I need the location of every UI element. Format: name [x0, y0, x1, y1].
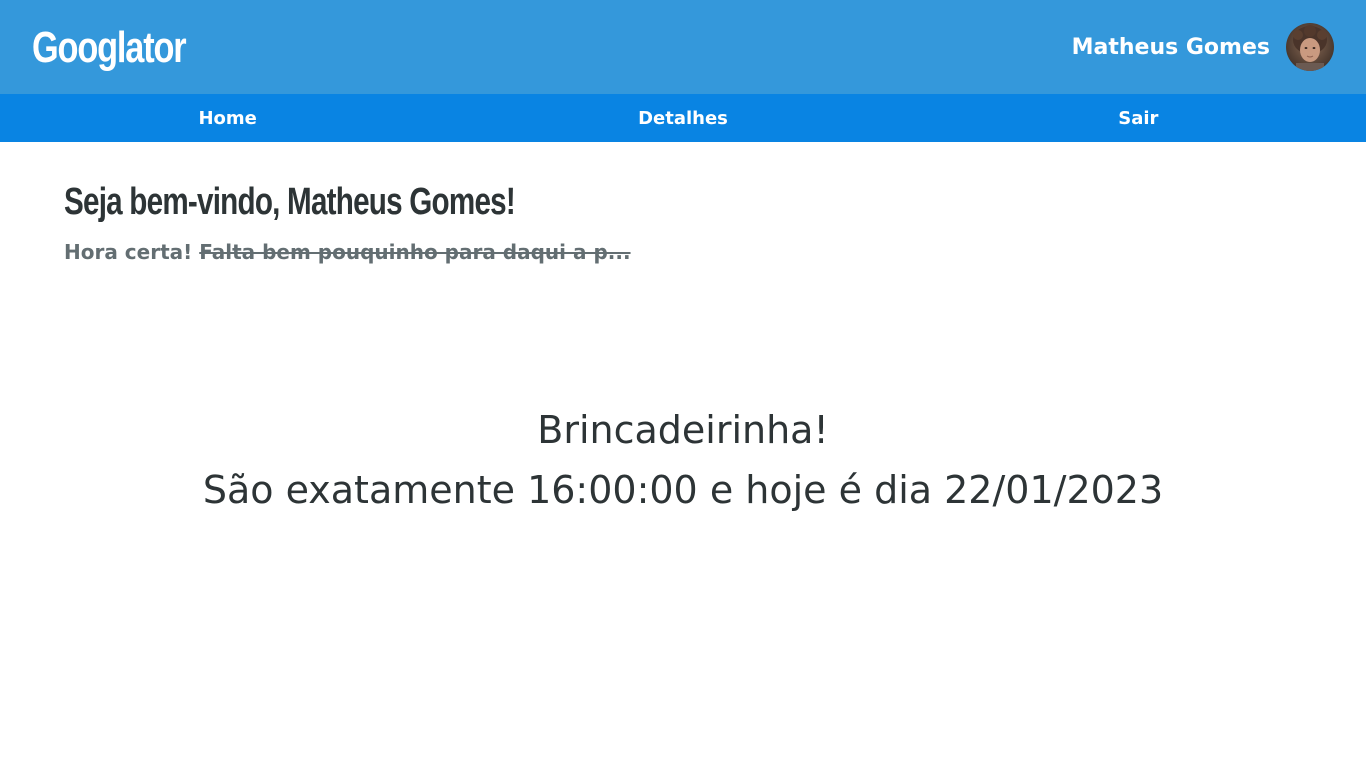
avatar[interactable]	[1286, 23, 1334, 71]
user-name[interactable]: Matheus Gomes	[1072, 35, 1270, 60]
app-header: Googlator Matheus Gomes	[0, 0, 1366, 94]
time-message: Brincadeirinha! São exatamente 16:00:00 …	[0, 400, 1366, 520]
nav-item-detalhes[interactable]: Detalhes	[455, 94, 910, 142]
subtitle-struck-text: Falta bem pouquinho para daqui a p...	[199, 240, 631, 264]
nav-item-home[interactable]: Home	[0, 94, 455, 142]
joke-line: Brincadeirinha!	[537, 408, 829, 452]
main-nav: Home Detalhes Sair	[0, 94, 1366, 142]
current-time-line: São exatamente 16:00:00 e hoje é dia 22/…	[202, 468, 1164, 512]
app-logo[interactable]: Googlator	[32, 22, 187, 74]
nav-item-sair[interactable]: Sair	[911, 94, 1366, 142]
subtitle: Hora certa! Falta bem pouquinho para daq…	[64, 238, 631, 266]
user-menu[interactable]: Matheus Gomes	[1072, 22, 1334, 72]
subtitle-prefix: Hora certa!	[64, 240, 193, 264]
page-title: Seja bem-vindo, Matheus Gomes!	[64, 181, 516, 223]
